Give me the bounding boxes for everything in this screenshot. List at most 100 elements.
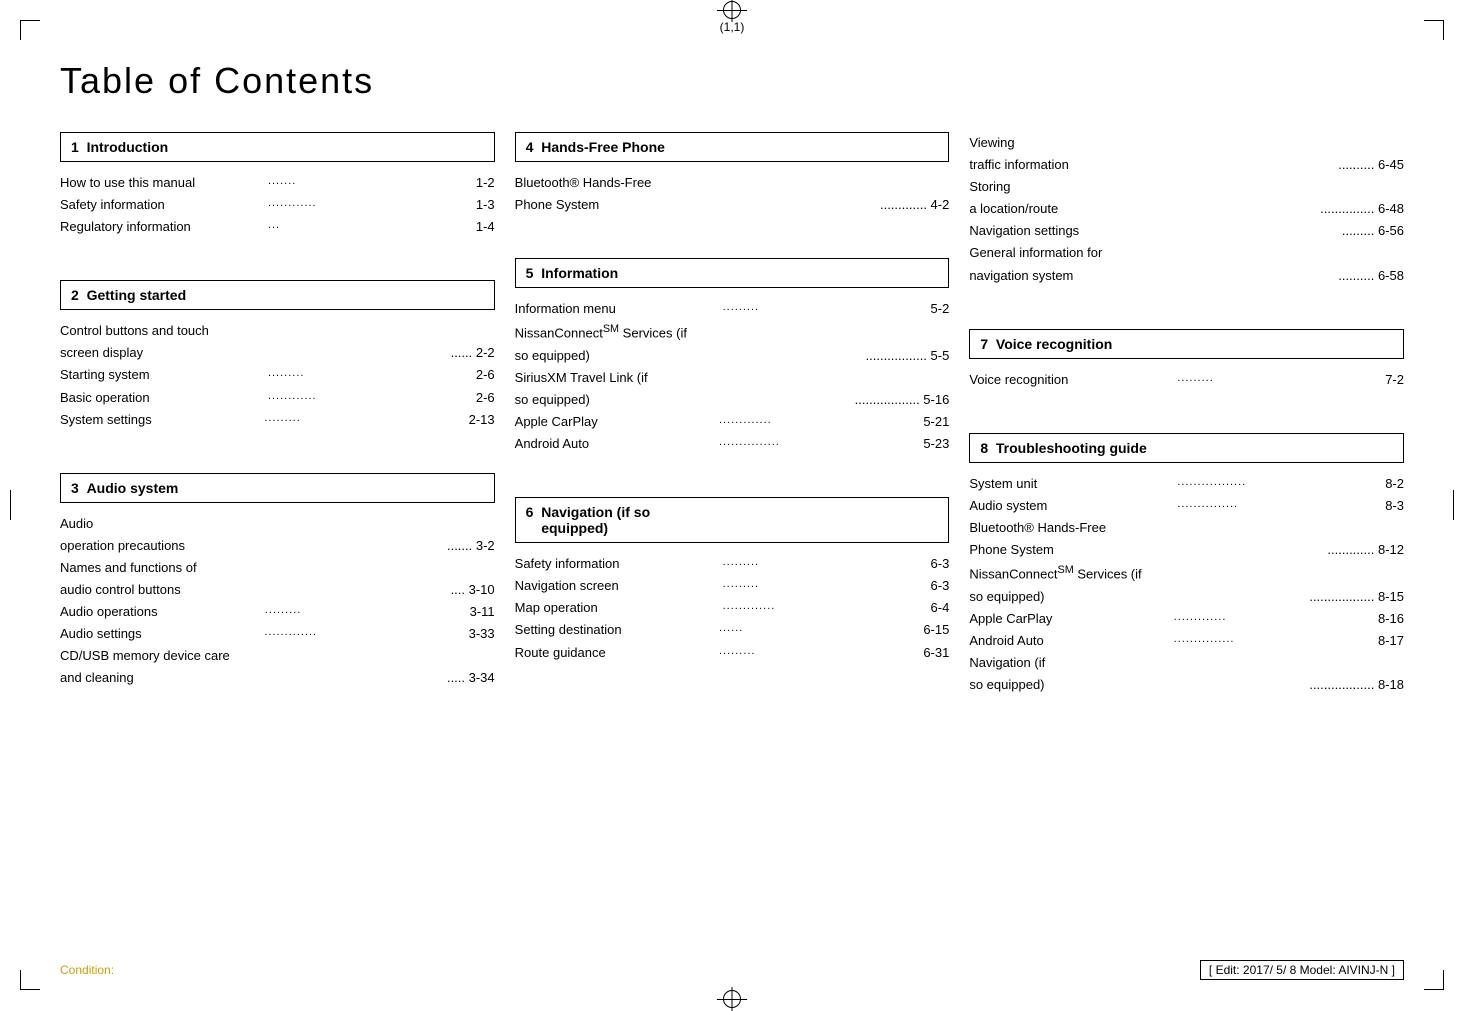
item-page: .................. 5-16 xyxy=(851,389,949,411)
toc-item-multiline: Navigation (ifso equipped) .............… xyxy=(969,652,1404,696)
item-label: Navigation screen xyxy=(515,575,717,597)
item-label: Audio system xyxy=(969,495,1171,517)
item-page: .......... 6-58 xyxy=(1335,265,1404,287)
item-page: .... 3-10 xyxy=(447,579,495,601)
toc-item: Apple CarPlay ............. 5-21 xyxy=(515,411,950,433)
item-label: NissanConnectSM Services (ifso equipped) xyxy=(969,561,1141,608)
item-label: Setting destination xyxy=(515,619,713,641)
plain-item: General information fornavigation system… xyxy=(969,242,1404,286)
item-page: .................. 8-18 xyxy=(1306,674,1404,696)
toc-item: Android Auto ............... 5-23 xyxy=(515,433,950,455)
section-8-header: 8 Troubleshooting guide xyxy=(969,433,1404,463)
page-title: Table of Contents xyxy=(60,60,1404,102)
toc-item-multiline: Names and functions ofaudio control butt… xyxy=(60,557,495,601)
toc-item: Audio system ............... 8-3 xyxy=(969,495,1404,517)
item-label: Basic operation xyxy=(60,387,262,409)
item-page: 1-3 xyxy=(476,194,495,216)
toc-item: Safety information ......... 6-3 xyxy=(515,553,950,575)
item-page: ..... 3-34 xyxy=(443,667,494,689)
section-7-header: 7 Voice recognition xyxy=(969,329,1404,359)
toc-item: How to use this manual ....... 1-2 xyxy=(60,172,495,194)
item-page: 3-11 xyxy=(470,601,495,623)
item-label: Regulatory information xyxy=(60,216,262,238)
item-label: Storinga location/route xyxy=(969,176,1058,220)
item-page: 1-2 xyxy=(476,172,495,194)
toc-item: Starting system ......... 2-6 xyxy=(60,364,495,386)
section-5: 5 Information Information menu .........… xyxy=(515,258,950,475)
item-label: Audio operations xyxy=(60,601,259,623)
item-page: 8-2 xyxy=(1385,473,1404,495)
item-page: 5-21 xyxy=(923,411,949,433)
section-5-items: Information menu ......... 5-2 NissanCon… xyxy=(515,298,950,455)
section-2: 2 Getting started Control buttons and to… xyxy=(60,280,495,450)
item-label: Map operation xyxy=(515,597,717,619)
toc-item-multiline: Bluetooth® Hands-FreePhone System ......… xyxy=(969,517,1404,561)
item-label: Starting system xyxy=(60,364,262,386)
condition-label: Condition: xyxy=(60,963,114,977)
item-page: ............... 6-48 xyxy=(1317,198,1404,220)
section-2-header: 2 Getting started xyxy=(60,280,495,310)
section-6-cont-items: Viewingtraffic information .......... 6-… xyxy=(969,132,1404,287)
toc-item-multiline: CD/USB memory device careand cleaning ..… xyxy=(60,645,495,689)
bottom-bar: Condition: [ Edit: 2017/ 5/ 8 Model: AIV… xyxy=(60,960,1404,980)
section-6-cont: Viewingtraffic information .......... 6-… xyxy=(969,132,1404,307)
toc-item: Android Auto ............... 8-17 xyxy=(969,630,1404,652)
item-label: CD/USB memory device careand cleaning xyxy=(60,645,230,689)
item-label: Audio settings xyxy=(60,623,258,645)
section-3: 3 Audio system Audiooperation precaution… xyxy=(60,473,495,710)
item-page: 3-33 xyxy=(469,623,495,645)
section-4-items: Bluetooth® Hands-FreePhone System ......… xyxy=(515,172,950,216)
section-3-items: Audiooperation precautions ....... 3-2 N… xyxy=(60,513,495,690)
plain-item: Navigation settings ......... 6-56 xyxy=(969,220,1404,242)
item-page: 2-6 xyxy=(476,364,495,386)
item-label: Bluetooth® Hands-FreePhone System xyxy=(969,517,1106,561)
toc-item: Information menu ......... 5-2 xyxy=(515,298,950,320)
item-label: Audiooperation precautions xyxy=(60,513,185,557)
item-page: 6-3 xyxy=(931,575,950,597)
item-label: Apple CarPlay xyxy=(969,608,1167,630)
item-page: 6-4 xyxy=(931,597,950,619)
item-label: Apple CarPlay xyxy=(515,411,713,433)
edit-info: [ Edit: 2017/ 5/ 8 Model: AIVINJ-N ] xyxy=(1200,960,1404,980)
toc-item: Audio settings ............. 3-33 xyxy=(60,623,495,645)
side-mark-left xyxy=(10,490,11,520)
section-1-items: How to use this manual ....... 1-2 Safet… xyxy=(60,172,495,238)
item-label: System unit xyxy=(969,473,1171,495)
item-page: 2-13 xyxy=(469,409,495,431)
item-label: Voice recognition xyxy=(969,369,1171,391)
item-page: ...... 2-2 xyxy=(447,342,495,364)
col-1: 1 Introduction How to use this manual ..… xyxy=(60,132,495,738)
toc-item: Safety information ............ 1-3 xyxy=(60,194,495,216)
toc-item-multiline: NissanConnectSM Services (ifso equipped)… xyxy=(969,561,1404,608)
toc-item: Basic operation ............ 2-6 xyxy=(60,387,495,409)
item-label: System settings xyxy=(60,409,258,431)
item-label: Safety information xyxy=(515,553,717,575)
toc-item: Navigation screen ......... 6-3 xyxy=(515,575,950,597)
item-page: 2-6 xyxy=(476,387,495,409)
toc-item-multiline: SiriusXM Travel Link (ifso equipped) ...… xyxy=(515,367,950,411)
toc-item-multiline: Audiooperation precautions ....... 3-2 xyxy=(60,513,495,557)
section-3-header: 3 Audio system xyxy=(60,473,495,503)
item-page: ............. 4-2 xyxy=(876,194,949,216)
item-page: 8-3 xyxy=(1385,495,1404,517)
toc-item-multiline: Bluetooth® Hands-FreePhone System ......… xyxy=(515,172,950,216)
center-bottom-mark xyxy=(717,999,747,1000)
item-label: Android Auto xyxy=(969,630,1167,652)
item-page: 6-3 xyxy=(931,553,950,575)
toc-item: Apple CarPlay ............. 8-16 xyxy=(969,608,1404,630)
item-label: Safety information xyxy=(60,194,262,216)
item-page: 5-23 xyxy=(923,433,949,455)
item-label: How to use this manual xyxy=(60,172,262,194)
col-3: Viewingtraffic information .......... 6-… xyxy=(969,132,1404,738)
plain-item: Viewingtraffic information .......... 6-… xyxy=(969,132,1404,176)
toc-item: System unit ................. 8-2 xyxy=(969,473,1404,495)
section-8: 8 Troubleshooting guide System unit ....… xyxy=(969,433,1404,716)
item-page: 8-16 xyxy=(1378,608,1404,630)
item-label: General information fornavigation system xyxy=(969,242,1102,286)
section-2-items: Control buttons and touchscreen display … xyxy=(60,320,495,430)
section-6-items: Safety information ......... 6-3 Navigat… xyxy=(515,553,950,663)
toc-item: Setting destination ...... 6-15 xyxy=(515,619,950,641)
toc-item: Map operation ............. 6-4 xyxy=(515,597,950,619)
item-page: 6-15 xyxy=(923,619,949,641)
col-2: 4 Hands-Free Phone Bluetooth® Hands-Free… xyxy=(515,132,950,738)
